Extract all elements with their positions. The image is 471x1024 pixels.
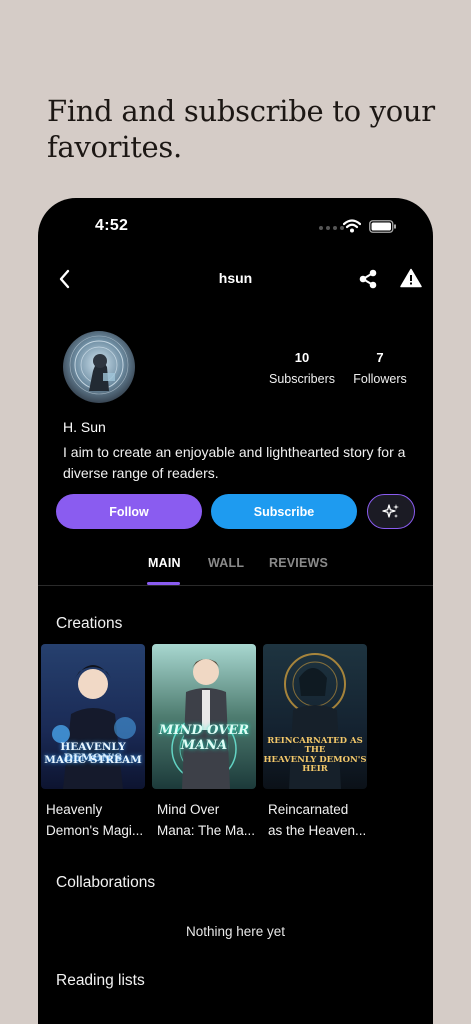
tab-main[interactable]: MAIN: [148, 556, 181, 570]
profile-bio: I aim to create an enjoyable and lighthe…: [63, 444, 406, 481]
creation-title-line1: Heavenly: [46, 802, 103, 817]
share-icon[interactable]: [358, 268, 378, 290]
book-cover: MIND OVER MANA: [152, 644, 256, 789]
top-nav: hsun: [38, 258, 433, 300]
profile-tabs: MAIN WALL REVIEWS: [38, 548, 433, 586]
creations-list: HEAVENLY DEMON'S MAGIC STREAM Heavenly D…: [41, 644, 367, 841]
creation-card[interactable]: MIND OVER MANA Mind Over Mana: The Ma...: [152, 644, 256, 841]
cellular-signal-icon: [319, 226, 344, 230]
creations-heading: Creations: [56, 615, 123, 632]
sparkle-button[interactable]: [367, 494, 415, 529]
creation-title-line2: Mana: The Ma...: [157, 823, 256, 838]
subscribers-count: 10: [294, 350, 310, 365]
followers-count: 7: [376, 350, 384, 365]
creation-title-line1: Mind Over: [157, 802, 220, 817]
wifi-icon: [343, 219, 361, 233]
battery-icon: [369, 220, 396, 233]
sparkle-icon: [382, 503, 399, 518]
creation-card[interactable]: HEAVENLY DEMON'S MAGIC STREAM Heavenly D…: [41, 644, 145, 841]
followers-stat[interactable]: 7 Followers: [345, 350, 415, 386]
subscribers-stat[interactable]: 10 Subscribers: [262, 350, 342, 386]
avatar: [63, 331, 135, 403]
creation-title: Heavenly Demon's Magi...: [41, 799, 145, 841]
subscribe-button[interactable]: Subscribe: [211, 494, 357, 529]
cover-title: REINCARNATED AS THE: [267, 736, 363, 755]
cover-subtitle: MAGIC STREAM: [44, 754, 142, 766]
creation-title-line2: as the Heaven...: [268, 823, 367, 838]
subscribers-label: Subscribers: [269, 372, 335, 386]
cover-subtitle: HEAVENLY DEMON'S HEIR: [263, 755, 367, 774]
creation-title: Reincarnated as the Heaven...: [263, 799, 367, 841]
followers-label: Followers: [353, 372, 407, 386]
tab-reviews[interactable]: REVIEWS: [269, 556, 328, 570]
creation-card[interactable]: REINCARNATED AS THE HEAVENLY DEMON'S HEI…: [263, 644, 367, 841]
profile-name: H. Sun: [63, 419, 106, 435]
cover-subtitle: MANA: [180, 738, 228, 753]
creation-title-line2: Demon's Magi...: [46, 823, 144, 838]
book-cover: HEAVENLY DEMON'S MAGIC STREAM: [41, 644, 145, 789]
collaborations-heading: Collaborations: [56, 874, 156, 891]
reading-lists-heading: Reading lists: [56, 972, 145, 989]
status-bar: 4:52: [38, 198, 433, 254]
tab-wall[interactable]: WALL: [208, 556, 244, 570]
follow-button[interactable]: Follow: [56, 494, 202, 529]
active-tab-indicator: [147, 582, 180, 585]
marketing-headline: Find and subscribe to your favorites.: [47, 94, 435, 164]
cover-title: MIND OVER: [158, 723, 250, 738]
book-cover: REINCARNATED AS THE HEAVENLY DEMON'S HEI…: [263, 644, 367, 789]
phone-screen: 4:52 hsun 10 Subscribers 7 Followers H. …: [38, 198, 433, 1024]
collaborations-empty-state: Nothing here yet: [185, 924, 286, 939]
status-time: 4:52: [95, 217, 129, 234]
report-warning-icon[interactable]: [400, 268, 422, 288]
creation-title-line1: Reincarnated: [268, 802, 349, 817]
creation-title: Mind Over Mana: The Ma...: [152, 799, 256, 841]
